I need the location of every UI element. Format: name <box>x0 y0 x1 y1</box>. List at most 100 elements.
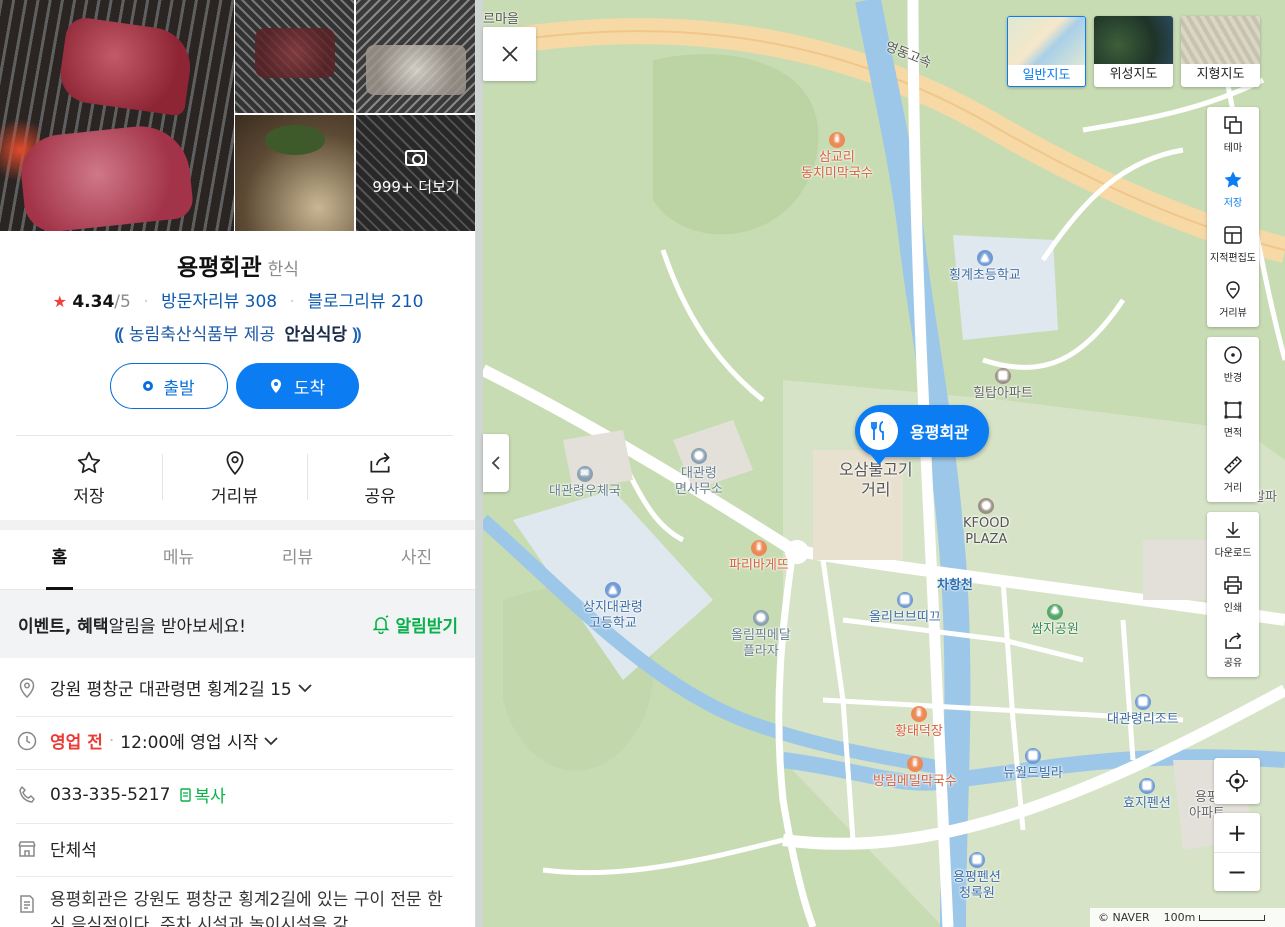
tool-street-view[interactable]: 거리뷰 <box>1207 272 1259 327</box>
poi-school[interactable]: ▲ 횡계초등학교 <box>949 250 1021 284</box>
close-panel-button[interactable] <box>483 27 536 81</box>
safe-restaurant-badge[interactable]: ⸨ 농림축산식품부 제공 안심식당 ⸩ <box>0 320 475 345</box>
hours-row[interactable]: 영업 전 · 12:00에 영업 시작 <box>16 728 453 753</box>
visitor-reviews-link[interactable]: 방문자리뷰 308 <box>161 292 277 312</box>
lodging-icon: ■ <box>1138 778 1155 794</box>
lodging-icon: ■ <box>1134 694 1151 710</box>
current-location-button[interactable] <box>1214 758 1260 804</box>
main-photo[interactable] <box>0 0 234 231</box>
place-marker[interactable]: 용평회관 <box>855 405 989 465</box>
map-thumb-terrain <box>1181 16 1260 64</box>
origin-icon <box>143 381 154 391</box>
zoom-in-button[interactable]: + <box>1214 813 1260 852</box>
crosshair-icon <box>1226 770 1248 792</box>
phone-number: 033-335-5217 <box>50 784 171 805</box>
copy-icon <box>180 787 192 802</box>
street-view-label: 거리뷰 <box>211 487 258 507</box>
photo-thumb[interactable] <box>235 0 354 113</box>
share-button[interactable]: 공유 <box>307 436 453 517</box>
layers-icon <box>1224 116 1242 134</box>
fork-knife-icon: ⅱ <box>828 132 845 148</box>
tab-menu[interactable]: 메뉴 <box>119 530 238 589</box>
poi-high-school[interactable]: ▲ 상지대관령 고등학교 <box>583 582 643 632</box>
phone-icon <box>19 785 35 803</box>
destination-button[interactable]: 도착 <box>236 363 359 409</box>
tab-home[interactable]: 홈 <box>0 530 119 590</box>
more-photos-button[interactable]: 999+ 더보기 <box>356 115 475 231</box>
poi-restaurant[interactable]: ⅱ 삼교리 동치미막국수 <box>801 132 873 182</box>
poi-resort[interactable]: ■ 대관령리조트 <box>1107 694 1179 728</box>
poi-pension[interactable]: ■ 용평펜션 청록원 <box>953 852 1001 902</box>
notification-label: 알림받기 <box>395 616 458 637</box>
place-tabs: 홈 메뉴 리뷰 사진 <box>0 530 475 590</box>
poi-restaurant[interactable]: ⅱ 방림메밀막국수 <box>873 756 957 790</box>
chevron-down-icon[interactable] <box>264 731 278 751</box>
landmark-icon: ● <box>752 610 769 626</box>
poi-restaurant[interactable]: ⅱ 황태덕장 <box>895 706 943 740</box>
poi-bakery[interactable]: ⅱ 파리바게뜨 <box>729 540 789 574</box>
tool-area[interactable]: 면적 <box>1207 392 1259 447</box>
building-icon: ■ <box>994 368 1011 384</box>
tool-print[interactable]: 인쇄 <box>1207 567 1259 622</box>
poi-apartment[interactable]: ■ 힐탑아파트 <box>973 368 1033 402</box>
business-status: 영업 전 <box>50 733 103 753</box>
zoom-out-button[interactable]: − <box>1214 852 1260 891</box>
place-panel: 999+ 더보기 용평회관 한식 ★ 4.34/5 · 방문자리뷰 308 · 블… <box>0 0 476 927</box>
poi-post-office[interactable]: ✉ 대관령우체국 <box>549 466 621 500</box>
photo-thumb[interactable] <box>235 115 354 231</box>
chevron-down-icon[interactable] <box>298 678 312 698</box>
radius-icon <box>1224 346 1242 364</box>
poi-pension[interactable]: ■ 효지펜션 <box>1123 778 1171 812</box>
panel-scrollbar[interactable] <box>476 0 483 927</box>
landmark-icon: ● <box>978 498 995 514</box>
copy-button[interactable]: 복사 <box>178 782 226 807</box>
notification-button[interactable]: 알림받기 <box>371 612 458 637</box>
document-icon <box>20 895 34 913</box>
copy-label: 복사 <box>194 787 226 807</box>
poi-office[interactable]: ● 대관령 면사무소 <box>675 448 723 498</box>
save-label: 저장 <box>73 487 105 507</box>
marker-label: 용평회관 <box>910 423 969 442</box>
poi-boutique[interactable]: ■ 올리브브띠끄 <box>869 592 941 626</box>
address-row[interactable]: 강원 평창군 대관령면 횡계2길 15 <box>16 675 453 700</box>
location-pin-icon <box>19 677 35 698</box>
photo-gallery: 999+ 더보기 <box>0 0 475 231</box>
map-type-terrain[interactable]: 지형지도 <box>1181 16 1260 87</box>
map-type-normal[interactable]: 일반지도 <box>1007 16 1086 87</box>
poi-medal-plaza[interactable]: ● 올림픽메달 플라자 <box>731 610 791 660</box>
photo-thumb[interactable] <box>356 0 475 113</box>
chevron-left-icon <box>491 456 500 470</box>
destination-label: 도착 <box>293 378 326 399</box>
map-thumb-satellite <box>1094 16 1173 64</box>
rating-value: 4.34 <box>72 292 115 312</box>
facility-text: 단체석 <box>50 841 97 861</box>
poi-villa[interactable]: ■ 뉴월드빌라 <box>1003 748 1063 782</box>
collapse-panel-button[interactable] <box>483 434 509 492</box>
map-type-satellite[interactable]: 위성지도 <box>1094 16 1173 87</box>
tool-cadastral[interactable]: 지적편집도 <box>1207 217 1259 272</box>
tool-theme[interactable]: 테마 <box>1207 107 1259 162</box>
tool-share[interactable]: 공유 <box>1207 622 1259 677</box>
save-button[interactable]: 저장 <box>16 436 162 517</box>
poi-park[interactable]: ♣ 쌈지공원 <box>1031 604 1079 638</box>
tab-photos[interactable]: 사진 <box>357 530 475 589</box>
tab-reviews[interactable]: 리뷰 <box>238 530 357 589</box>
blog-reviews-link[interactable]: 블로그리뷰 210 <box>307 292 423 312</box>
poi-kfood-plaza[interactable]: ● KFOOD PLAZA <box>963 498 1009 548</box>
tool-distance[interactable]: 거리 <box>1207 447 1259 502</box>
laurel-left-icon: ⸨ <box>114 325 124 345</box>
tool-download[interactable]: 다운로드 <box>1207 512 1259 567</box>
tool-save[interactable]: 저장 <box>1207 162 1259 217</box>
tool-radius[interactable]: 반경 <box>1207 337 1259 392</box>
street-view-button[interactable]: 거리뷰 <box>161 436 308 517</box>
cert-brand: 안심식당 <box>284 325 348 345</box>
map-copyright: © NAVER 100m <box>1090 908 1285 927</box>
post-icon: ✉ <box>576 466 593 482</box>
start-label: 출발 <box>163 378 195 399</box>
event-notice: 이벤트, 혜택 알림을 받아보세요! 알림받기 <box>0 590 475 658</box>
stream-label: 차항천 <box>937 578 973 593</box>
star-icon <box>1224 171 1242 188</box>
fork-knife-icon <box>860 412 898 450</box>
pin-icon <box>270 379 281 393</box>
start-button[interactable]: 출발 <box>110 363 228 409</box>
